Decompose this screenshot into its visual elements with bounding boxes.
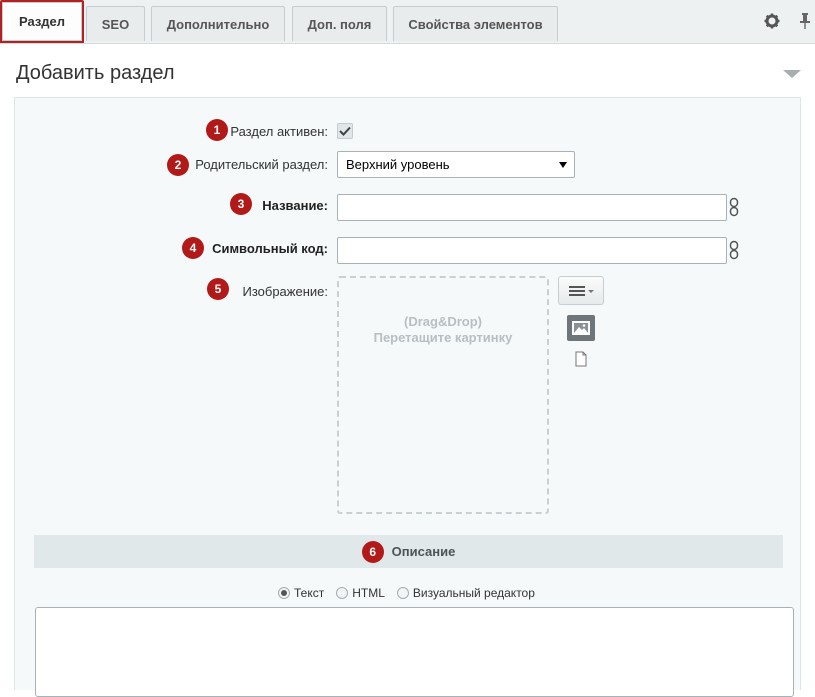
mode-visual-label: Визуальный редактор [412, 586, 535, 600]
tab-element-properties-label: Свойства элементов [408, 16, 543, 32]
dropzone-hint-line1: (Drag&Drop) [404, 314, 482, 329]
picture-icon [572, 321, 590, 335]
step-badge-4: 4 [182, 237, 204, 259]
tab-bar: Раздел SEO Дополнительно Доп. поля Свойс… [0, 0, 815, 44]
parent-label: Родительский раздел: [195, 157, 328, 172]
tab-section[interactable]: Раздел [0, 0, 84, 43]
mode-text-label: Текст [294, 586, 325, 600]
parent-section-select[interactable]: Верхний уровень [337, 151, 575, 178]
dropzone-hint-line2: Перетащите картинку [373, 330, 513, 345]
step-badge-2: 2 [167, 154, 189, 176]
mode-text-radio[interactable] [278, 587, 290, 599]
active-checkbox[interactable] [337, 123, 353, 139]
description-textarea[interactable] [35, 607, 794, 697]
file-icon[interactable] [575, 351, 587, 367]
mode-html-option[interactable]: HTML [336, 586, 385, 600]
name-label: Название: [262, 198, 328, 213]
step-badge-1: 1 [206, 119, 228, 141]
tab-additional-label: Дополнительно [166, 16, 270, 32]
mode-text-option[interactable]: Текст [278, 586, 324, 600]
active-label: Раздел активен: [230, 124, 328, 139]
mode-html-label: HTML [352, 586, 385, 600]
description-section-header: 6 Описание [34, 535, 783, 568]
tab-section-label: Раздел [18, 14, 66, 29]
name-input[interactable] [337, 194, 727, 221]
code-label: Символьный код: [212, 241, 328, 256]
parent-section-value: Верхний уровень [346, 157, 450, 172]
symbolic-code-input[interactable] [337, 237, 727, 264]
hamburger-icon [569, 285, 594, 296]
mode-visual-option[interactable]: Визуальный редактор [396, 586, 535, 600]
tab-seo[interactable]: SEO [86, 6, 145, 41]
tab-seo-label: SEO [101, 16, 130, 32]
image-dropzone[interactable]: (Drag&Drop) Перетащите картинку [337, 276, 549, 514]
image-label: Изображение: [242, 284, 328, 299]
tab-extra-fields[interactable]: Доп. поля [292, 6, 387, 41]
collapse-arrow-icon[interactable] [783, 70, 801, 78]
mode-html-radio[interactable] [336, 587, 349, 599]
tab-element-properties[interactable]: Свойства элементов [393, 6, 558, 41]
image-upload-button[interactable] [567, 315, 595, 341]
tab-additional[interactable]: Дополнительно [151, 6, 285, 41]
description-title: Описание [391, 544, 456, 559]
mode-visual-radio[interactable] [396, 587, 409, 599]
dropdown-caret-icon [559, 162, 567, 168]
step-badge-6: 6 [361, 540, 384, 563]
pin-icon[interactable] [797, 13, 813, 29]
description-mode-group: Текст HTML Визуальный редактор [278, 586, 535, 600]
checkmark-icon [339, 126, 351, 136]
image-menu-button[interactable] [558, 276, 604, 305]
step-badge-3: 3 [230, 193, 252, 215]
step-badge-5: 5 [207, 278, 229, 300]
link-icon[interactable] [729, 240, 739, 260]
gear-icon[interactable] [764, 13, 780, 29]
page-title: Добавить раздел [16, 62, 175, 84]
link-icon[interactable] [729, 197, 739, 217]
tab-extra-fields-label: Доп. поля [307, 16, 372, 32]
